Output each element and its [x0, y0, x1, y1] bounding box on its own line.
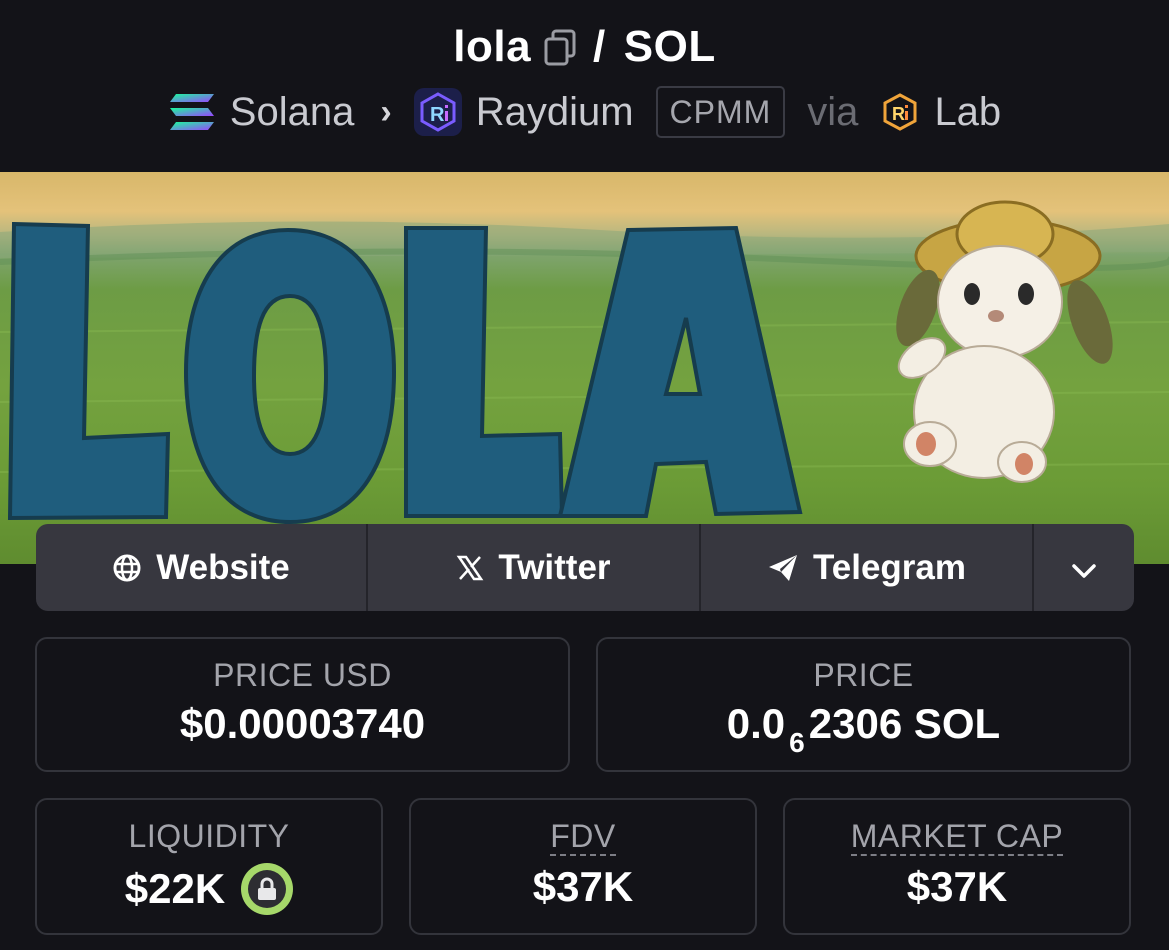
- market-cap-value: $37K: [906, 863, 1008, 910]
- price-native-card: PRICE 0.0 62306 SOL: [596, 637, 1131, 772]
- liquidity-label: LIQUIDITY: [128, 818, 290, 854]
- more-links-button[interactable]: [1034, 524, 1134, 611]
- fdv-card: FDV $37K: [409, 798, 757, 935]
- dex-name[interactable]: Raydium: [476, 90, 634, 135]
- pair-header: lola / SOL Solana › R Raydium CPMM via R…: [0, 0, 1169, 172]
- liquidity-card: LIQUIDITY $22K: [35, 798, 383, 935]
- price-zero-count: 6: [789, 727, 805, 758]
- liquidity-value: $22K: [124, 865, 226, 912]
- website-label: Website: [156, 547, 290, 587]
- website-button[interactable]: Website: [36, 524, 368, 611]
- price-usd-card: PRICE USD $0.00003740: [35, 637, 570, 772]
- price-usd-label: PRICE USD: [213, 657, 392, 693]
- price-suffix: 2306 SOL: [808, 700, 1001, 747]
- price-native-value: 0.0 62306 SOL: [598, 700, 1129, 758]
- market-cap-card: MARKET CAP $37K: [783, 798, 1131, 935]
- twitter-label: Twitter: [498, 547, 611, 587]
- chain-name[interactable]: Solana: [230, 90, 355, 135]
- chevron-right-icon: ›: [380, 92, 392, 131]
- pool-type-badge: CPMM: [655, 86, 786, 138]
- svg-text:R: R: [892, 104, 905, 124]
- globe-icon: [112, 553, 142, 583]
- quote-symbol: SOL: [623, 22, 716, 71]
- solana-icon: [168, 88, 216, 136]
- telegram-label: Telegram: [812, 547, 967, 587]
- copy-icon[interactable]: [543, 28, 577, 66]
- token-symbol: lola: [453, 22, 532, 71]
- market-cap-label[interactable]: MARKET CAP: [785, 818, 1129, 856]
- telegram-button[interactable]: Telegram: [701, 524, 1034, 611]
- fdv-label[interactable]: FDV: [411, 818, 755, 856]
- price-usd-value: $0.00003740: [179, 700, 426, 747]
- raydium-icon: R: [413, 88, 462, 136]
- price-prefix: 0.0: [726, 700, 786, 747]
- token-banner-image: [0, 172, 1169, 564]
- launchlab-icon: R: [880, 92, 920, 132]
- liquidity-value-row: $22K: [37, 863, 381, 915]
- chevron-down-icon: [1071, 548, 1097, 588]
- fdv-value: $37K: [532, 863, 634, 910]
- social-links-bar: Website Twitter Telegram: [36, 524, 1134, 611]
- svg-text:R: R: [430, 104, 445, 126]
- price-label: PRICE: [813, 657, 914, 693]
- chain-breadcrumb: Solana › R Raydium CPMM via R Lab: [0, 86, 1169, 138]
- via-label: via: [807, 89, 859, 134]
- pair-title: lola / SOL: [0, 22, 1169, 72]
- launchpad-name[interactable]: Lab: [934, 90, 1001, 135]
- x-logo-icon: [456, 554, 484, 582]
- pair-separator: /: [593, 22, 606, 71]
- twitter-button[interactable]: Twitter: [368, 524, 701, 611]
- liquidity-lock-icon[interactable]: [241, 863, 294, 915]
- telegram-icon: [767, 553, 799, 583]
